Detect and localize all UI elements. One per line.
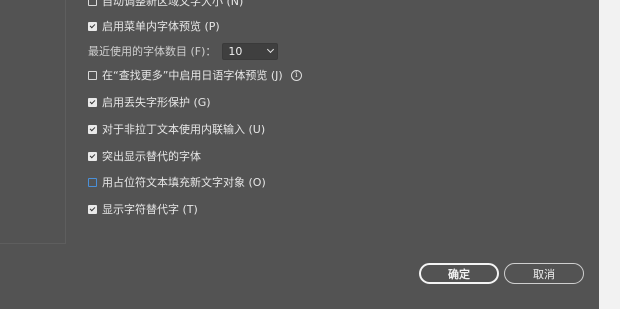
recent-fonts-count-select[interactable]: 10 bbox=[222, 42, 279, 60]
option-label: 自动调整新区域文字大小 (N) bbox=[102, 0, 244, 8]
recent-fonts-count-row: 最近使用的字体数目 (F)： 10 bbox=[88, 42, 279, 60]
cancel-button[interactable]: 取消 bbox=[504, 263, 584, 284]
option-enable-japanese-font-preview[interactable]: 在“查找更多”中启用日语字体预览 (J) i bbox=[88, 67, 302, 83]
checkbox-inline-input-non-latin[interactable] bbox=[88, 124, 97, 134]
option-label: 对于非拉丁文本使用内联输入 (U) bbox=[102, 123, 266, 136]
option-label: 突出显示替代的字体 bbox=[102, 150, 201, 163]
checkbox-auto-resize-area-text[interactable] bbox=[88, 0, 97, 6]
option-label: 启用丢失字形保护 (G) bbox=[102, 96, 211, 109]
checkbox-highlight-substituted-fonts[interactable] bbox=[88, 151, 97, 161]
checkbox-enable-missing-glyph-protection[interactable] bbox=[88, 97, 97, 107]
checkbox-fill-placeholder-text[interactable] bbox=[88, 177, 97, 187]
chevron-down-icon bbox=[267, 45, 275, 53]
option-fill-placeholder-text[interactable]: 用占位符文本填充新文字对象 (O) bbox=[88, 174, 266, 190]
checkbox-enable-menu-font-preview[interactable] bbox=[88, 21, 97, 31]
option-label: 显示字符替代字 (T) bbox=[102, 203, 198, 216]
checkbox-show-character-alternates[interactable] bbox=[88, 204, 97, 214]
option-enable-menu-font-preview[interactable]: 启用菜单内字体预览 (P) bbox=[88, 18, 220, 34]
option-show-character-alternates[interactable]: 显示字符替代字 (T) bbox=[88, 201, 198, 217]
option-label: 启用菜单内字体预览 (P) bbox=[102, 20, 220, 33]
recent-fonts-count-label: 最近使用的字体数目 (F)： bbox=[88, 45, 217, 58]
recent-fonts-count-value: 10 bbox=[228, 44, 243, 58]
option-inline-input-non-latin[interactable]: 对于非拉丁文本使用内联输入 (U) bbox=[88, 121, 265, 137]
left-panel bbox=[0, 0, 66, 244]
option-auto-resize-area-text[interactable]: 自动调整新区域文字大小 (N) bbox=[88, 0, 243, 9]
info-icon[interactable]: i bbox=[290, 69, 302, 81]
ok-button[interactable]: 确定 bbox=[419, 263, 499, 284]
option-label: 用占位符文本填充新文字对象 (O) bbox=[102, 176, 266, 189]
option-highlight-substituted-fonts[interactable]: 突出显示替代的字体 bbox=[88, 148, 201, 164]
option-enable-missing-glyph-protection[interactable]: 启用丢失字形保护 (G) bbox=[88, 94, 211, 110]
option-label: 在“查找更多”中启用日语字体预览 (J) bbox=[102, 69, 283, 82]
checkbox-enable-japanese-font-preview[interactable] bbox=[88, 70, 97, 80]
right-edge-background bbox=[599, 0, 620, 309]
